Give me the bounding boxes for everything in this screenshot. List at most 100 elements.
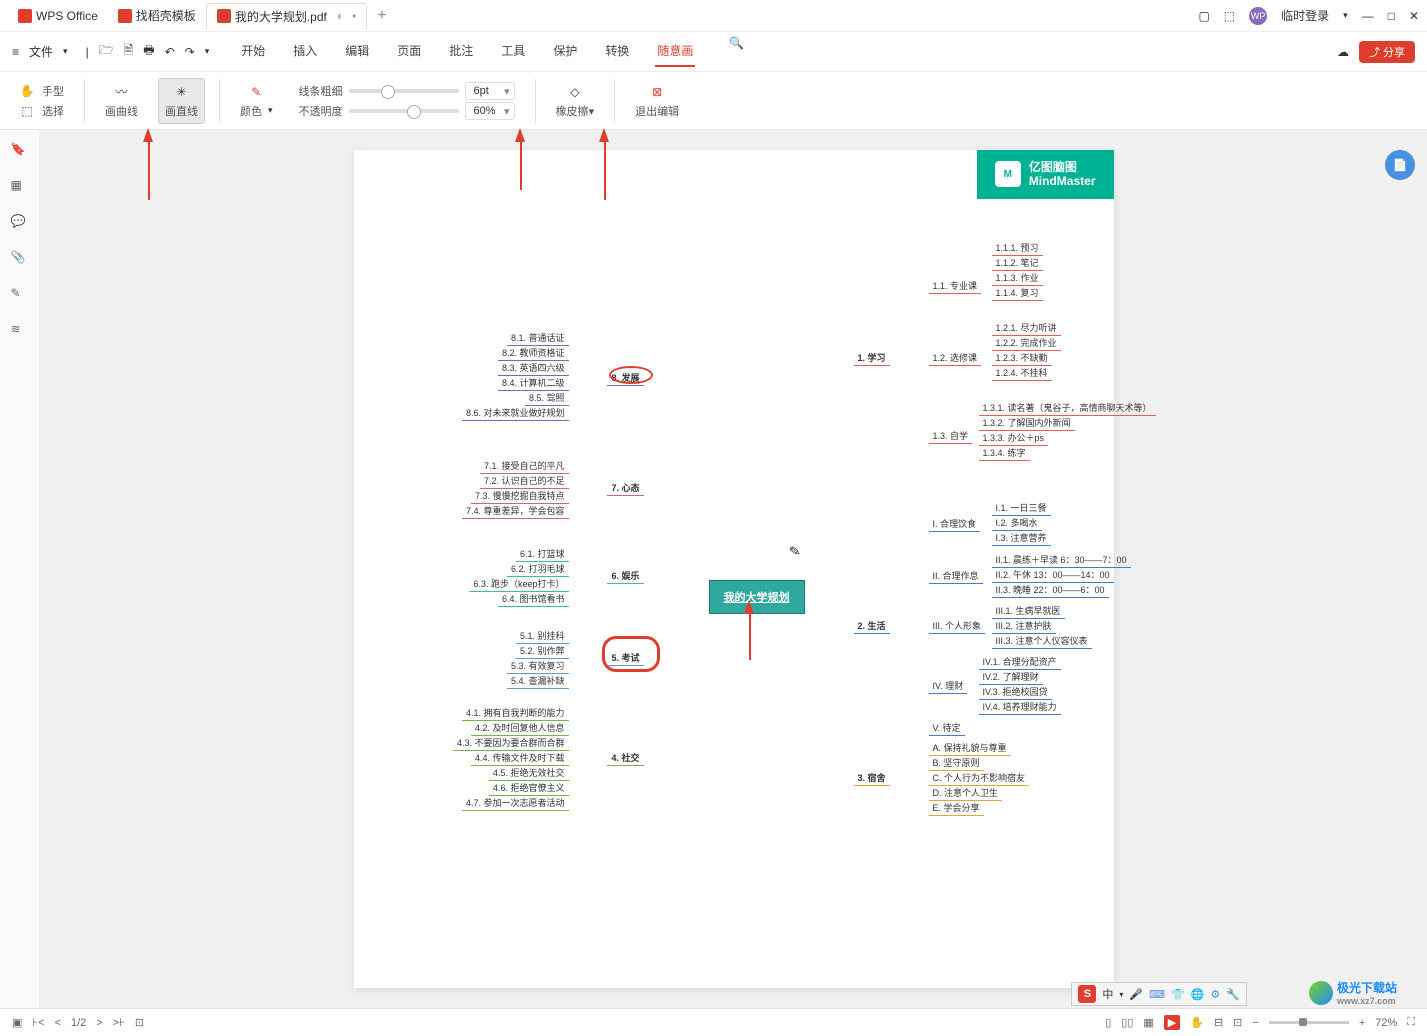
minimize-button[interactable]: — xyxy=(1362,9,1374,23)
node: 1.2.2. 完成作业 xyxy=(992,335,1061,351)
ime-lang[interactable]: 中 xyxy=(1102,986,1113,1002)
mtab-page[interactable]: 页面 xyxy=(395,36,423,67)
eraser-icon: ◇ xyxy=(566,83,584,101)
thickness-value[interactable]: 6pt xyxy=(465,82,515,100)
select-tool[interactable]: 选择 xyxy=(42,103,64,119)
annotation-circle xyxy=(602,636,660,672)
ime-globe-icon[interactable]: 🌐 xyxy=(1191,988,1205,1001)
box-icon[interactable]: ⬚ xyxy=(1224,9,1235,23)
thickness-slider[interactable] xyxy=(349,89,459,93)
comment-icon[interactable]: 💬 xyxy=(11,214,29,232)
mtab-draw[interactable]: 随意画 xyxy=(655,36,695,67)
sign-icon[interactable]: ✎ xyxy=(11,286,29,304)
thumbnail-icon[interactable]: ▦ xyxy=(11,178,29,196)
layers-icon[interactable]: ≋ xyxy=(11,322,29,340)
document-canvas[interactable]: M 亿图脑图MindMaster 我的大学规划 ✎ 1. 学习 1.1. 专业课… xyxy=(40,130,1427,1008)
hand-icon[interactable]: ✋ xyxy=(1190,1016,1204,1029)
node: 1.1.3. 作业 xyxy=(992,270,1043,286)
ime-kb-icon[interactable]: ⌨ xyxy=(1149,988,1165,1001)
attachment-icon[interactable]: 📎 xyxy=(11,250,29,268)
node-b2: 2. 生活 xyxy=(854,618,890,634)
prev-page[interactable]: < xyxy=(55,1017,61,1029)
opacity-value[interactable]: 60% xyxy=(465,102,515,120)
redo-icon[interactable]: ↷ xyxy=(185,45,195,59)
fit-icon[interactable]: ⊡ xyxy=(135,1016,144,1029)
annotation-arrowhead-1 xyxy=(143,128,153,142)
globe-icon xyxy=(1309,981,1333,1005)
line-tool[interactable]: ✳画直线 xyxy=(158,78,205,124)
view-mode-icon[interactable]: ▣ xyxy=(12,1016,22,1029)
window-controls: ▢ ⬚ WP 临时登录▾ — □ ✕ xyxy=(1198,7,1419,25)
color-picker[interactable]: 颜色 xyxy=(240,103,262,119)
annotation-arrow-2 xyxy=(520,140,522,190)
mtab-comment[interactable]: 批注 xyxy=(447,36,475,67)
fit-width-icon[interactable]: ⊟ xyxy=(1214,1016,1223,1029)
mtab-start[interactable]: 开始 xyxy=(239,36,267,67)
opacity-slider[interactable] xyxy=(349,109,459,113)
ime-grid-icon[interactable]: ⚙ xyxy=(1210,988,1220,1001)
open-icon[interactable]: 🗁 xyxy=(99,41,114,62)
last-page[interactable]: >⊦ xyxy=(113,1016,125,1029)
share-button[interactable]: ⤴ 分享 xyxy=(1359,41,1415,63)
page-indicator[interactable]: 1/2 xyxy=(71,1017,86,1029)
layout-1-icon[interactable]: ▯ xyxy=(1105,1016,1111,1029)
avatar[interactable]: WP xyxy=(1249,7,1267,25)
tab-wps[interactable]: WPS Office xyxy=(8,3,108,29)
node: I.1. 一日三餐 xyxy=(992,500,1051,516)
ime-mic-icon[interactable]: 🎤 xyxy=(1129,988,1143,1001)
ime-tool-icon[interactable]: 🔧 xyxy=(1226,988,1240,1001)
mtab-tools[interactable]: 工具 xyxy=(499,36,527,67)
mtab-edit[interactable]: 编辑 xyxy=(343,36,371,67)
node-b4: 4. 社交 xyxy=(607,750,643,766)
ime-toolbar[interactable]: S 中▾ 🎤 ⌨ 👕 🌐 ⚙ 🔧 xyxy=(1071,982,1247,1006)
eraser-tool[interactable]: ◇橡皮擦▾ xyxy=(550,79,601,123)
ime-s-icon[interactable]: S xyxy=(1078,985,1096,1003)
cloud-icon[interactable]: ☁ xyxy=(1337,45,1349,59)
tab-add[interactable]: + xyxy=(367,3,396,29)
mtab-convert[interactable]: 转换 xyxy=(603,36,631,67)
zoom-out[interactable]: − xyxy=(1252,1017,1258,1029)
login-status[interactable]: 临时登录 xyxy=(1281,7,1329,24)
float-button[interactable]: 📄 xyxy=(1385,150,1415,180)
menu-tabs: 开始 插入 编辑 页面 批注 工具 保护 转换 随意画 🔍 xyxy=(239,36,744,67)
zoom-value[interactable]: 72% xyxy=(1375,1017,1397,1029)
undo-icon[interactable]: ↶ xyxy=(165,45,175,59)
node: 7.1. 接受自己的平凡 xyxy=(480,458,569,474)
fullscreen-icon[interactable]: ⛶ xyxy=(1407,1016,1415,1029)
hand-icon: ✋ xyxy=(18,82,36,100)
exit-edit[interactable]: ⊠退出编辑 xyxy=(629,79,685,123)
node: 6.2. 打羽毛球 xyxy=(507,561,569,577)
menu-icon[interactable]: ≡ xyxy=(12,45,19,59)
tab-document[interactable]: 我的大学规划.pdf◐• xyxy=(206,3,367,29)
maximize-button[interactable]: □ xyxy=(1388,9,1395,23)
bookmark-icon[interactable]: 🔖 xyxy=(11,142,29,160)
node: II.2. 午休 13：00——14：00 xyxy=(992,567,1114,583)
node: 1.2.1. 尽力听讲 xyxy=(992,320,1061,336)
cube-icon[interactable]: ▢ xyxy=(1198,9,1209,23)
close-button[interactable]: ✕ xyxy=(1409,9,1419,23)
search-icon[interactable]: 🔍 xyxy=(729,36,744,67)
node: 8.2. 教师资格证 xyxy=(498,345,569,361)
node: 7.4. 尊重差异，学会包容 xyxy=(462,503,569,519)
tab-templates[interactable]: 找稻壳模板 xyxy=(108,3,206,29)
node: E. 学会分享 xyxy=(929,800,984,816)
ime-shirt-icon[interactable]: 👕 xyxy=(1171,988,1185,1001)
curve-tool[interactable]: 〰画曲线 xyxy=(99,79,144,123)
zoom-slider[interactable] xyxy=(1269,1021,1349,1024)
mtab-protect[interactable]: 保护 xyxy=(551,36,579,67)
hand-tool[interactable]: 手型 xyxy=(42,83,64,99)
mtab-insert[interactable]: 插入 xyxy=(291,36,319,67)
zoom-in[interactable]: + xyxy=(1359,1017,1365,1029)
layout-2-icon[interactable]: ▯▯ xyxy=(1121,1016,1133,1029)
statusbar: ▣ ⊦< < 1/2 > >⊦ ⊡ ▯ ▯▯ ▦ ▶ ✋ ⊟ ⊡ − + 72%… xyxy=(0,1008,1427,1036)
next-page[interactable]: > xyxy=(96,1017,102,1029)
node: 5.4. 查漏补缺 xyxy=(507,673,569,689)
first-page[interactable]: ⊦< xyxy=(32,1016,44,1029)
fit-page-icon[interactable]: ⊡ xyxy=(1233,1016,1242,1029)
layout-3-icon[interactable]: ▦ xyxy=(1143,1016,1153,1029)
print-icon[interactable]: 🖶 xyxy=(143,41,154,62)
save-icon[interactable]: 🗎 xyxy=(124,41,134,62)
node: 8.5. 驾照 xyxy=(525,390,569,406)
play-icon[interactable]: ▶ xyxy=(1164,1015,1180,1030)
file-menu[interactable]: 文件 xyxy=(29,43,53,60)
